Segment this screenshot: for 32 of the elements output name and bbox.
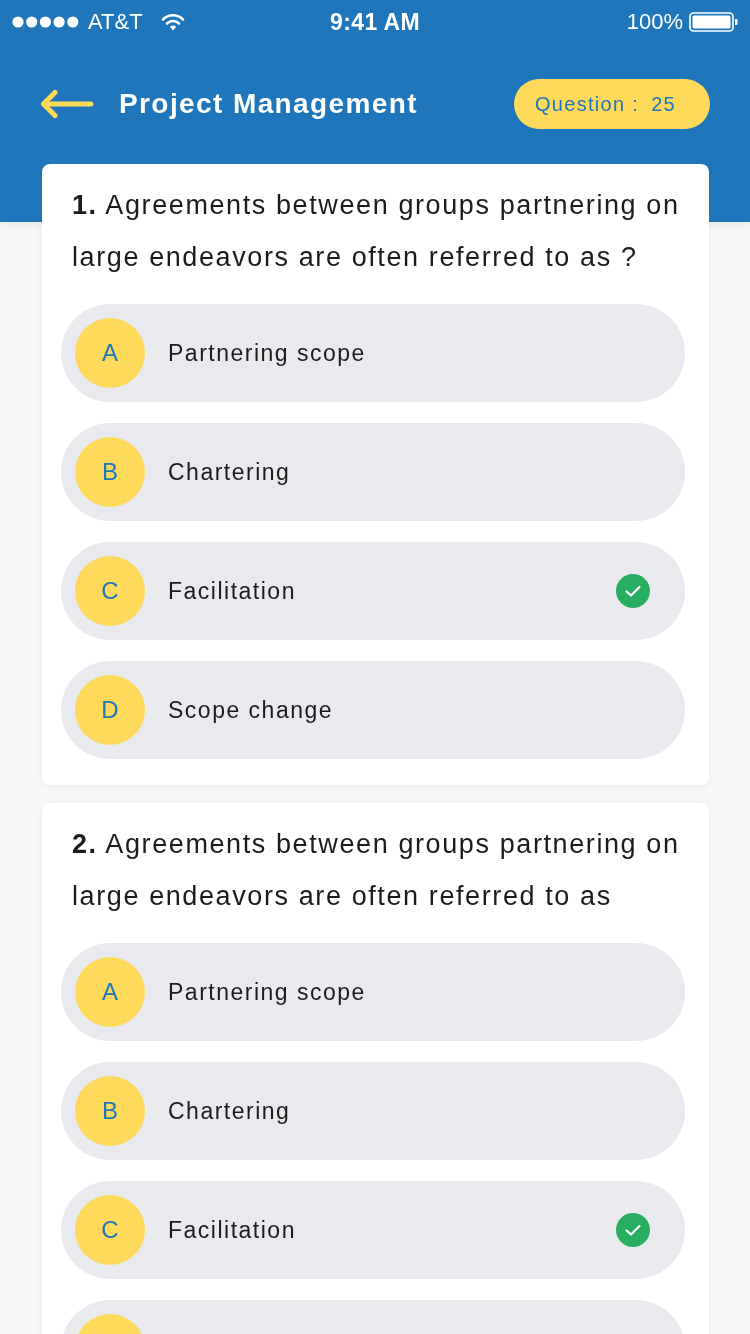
answer-option[interactable]: B Chartering — [61, 423, 685, 521]
battery-icon — [689, 12, 738, 32]
option-label: Facilitation — [168, 577, 297, 605]
page-title: Project Management — [119, 88, 420, 120]
question-count-badge: Question : 25 — [513, 79, 710, 129]
answer-option[interactable]: A Partnering scope — [61, 943, 685, 1041]
question-text: 2. Agreements between groups partnering on large endeavors are often referred to as — [71, 828, 681, 913]
option-label: Scope change — [168, 696, 335, 724]
answer-option[interactable]: D Scope change — [61, 661, 685, 759]
option-letter: A — [75, 318, 145, 388]
option-label: Partnering scope — [168, 978, 367, 1006]
carrier-name: AT&T — [88, 9, 143, 35]
answer-option[interactable]: C Facilitation — [61, 542, 685, 640]
option-letter: C — [75, 556, 145, 626]
option-letter: B — [75, 437, 145, 507]
option-letter: B — [75, 1076, 145, 1146]
question-text: 1. Agreements between groups partnering on large endeavors are often referred to as ? — [71, 189, 681, 274]
clock-time: 9:41 AM — [329, 8, 421, 36]
battery-percentage: 100% — [626, 9, 683, 35]
answer-option[interactable]: A Partnering scope — [61, 304, 685, 402]
wifi-icon — [160, 13, 185, 31]
option-label: Facilitation — [168, 1216, 297, 1244]
option-letter: C — [75, 1195, 145, 1265]
answer-option[interactable]: C Facilitation — [61, 1181, 685, 1279]
option-letter: A — [75, 957, 145, 1027]
option-letter: D — [75, 675, 145, 745]
answer-option[interactable]: B Chartering — [61, 1062, 685, 1160]
signal-strength-icon — [12, 16, 79, 28]
option-label: Chartering — [168, 1097, 292, 1125]
option-label: Chartering — [168, 458, 292, 486]
option-label: Partnering scope — [168, 339, 367, 367]
back-arrow-icon[interactable] — [40, 89, 94, 119]
